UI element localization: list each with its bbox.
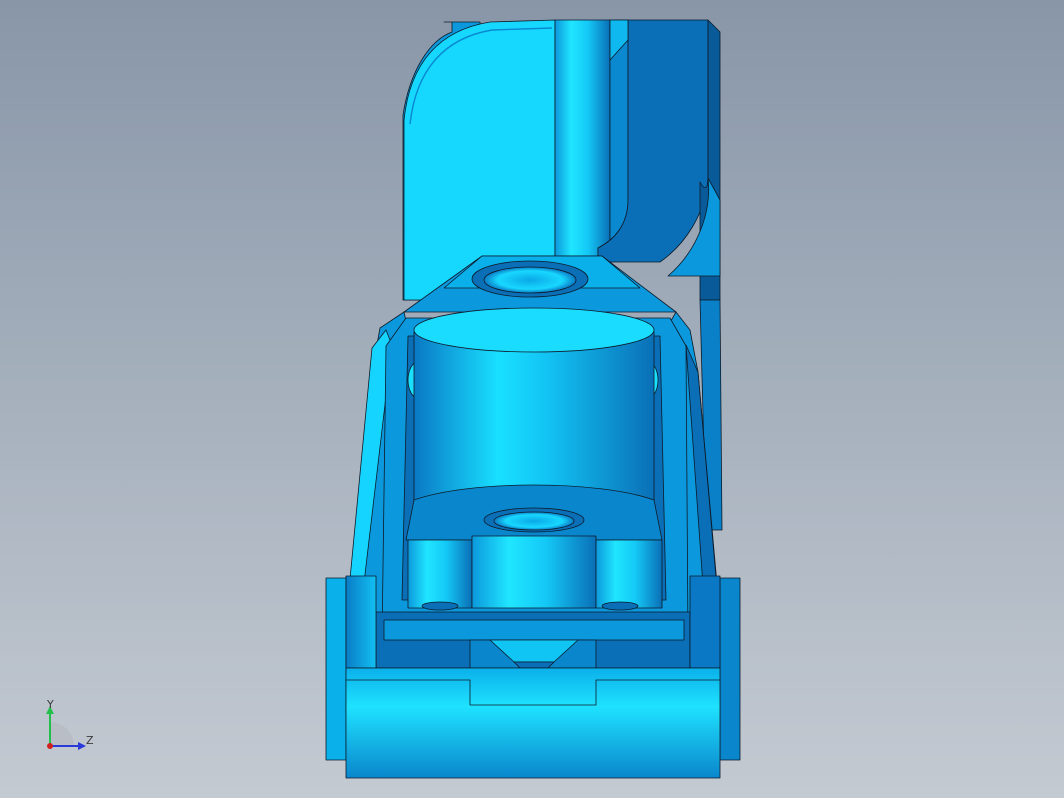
lower-posts[interactable]	[407, 535, 663, 611]
x-axis-point-icon	[47, 743, 53, 749]
z-axis-arrow-icon	[78, 742, 86, 750]
axis-triad: Y Z	[46, 698, 94, 750]
central-cylinder[interactable]	[405, 307, 663, 541]
part-model[interactable]	[0, 0, 1064, 798]
z-axis-label: Z	[86, 734, 94, 747]
y-axis-label: Y	[46, 698, 54, 711]
triad-plane	[50, 722, 74, 746]
graphics-viewport[interactable]: Y Z	[0, 0, 1064, 798]
